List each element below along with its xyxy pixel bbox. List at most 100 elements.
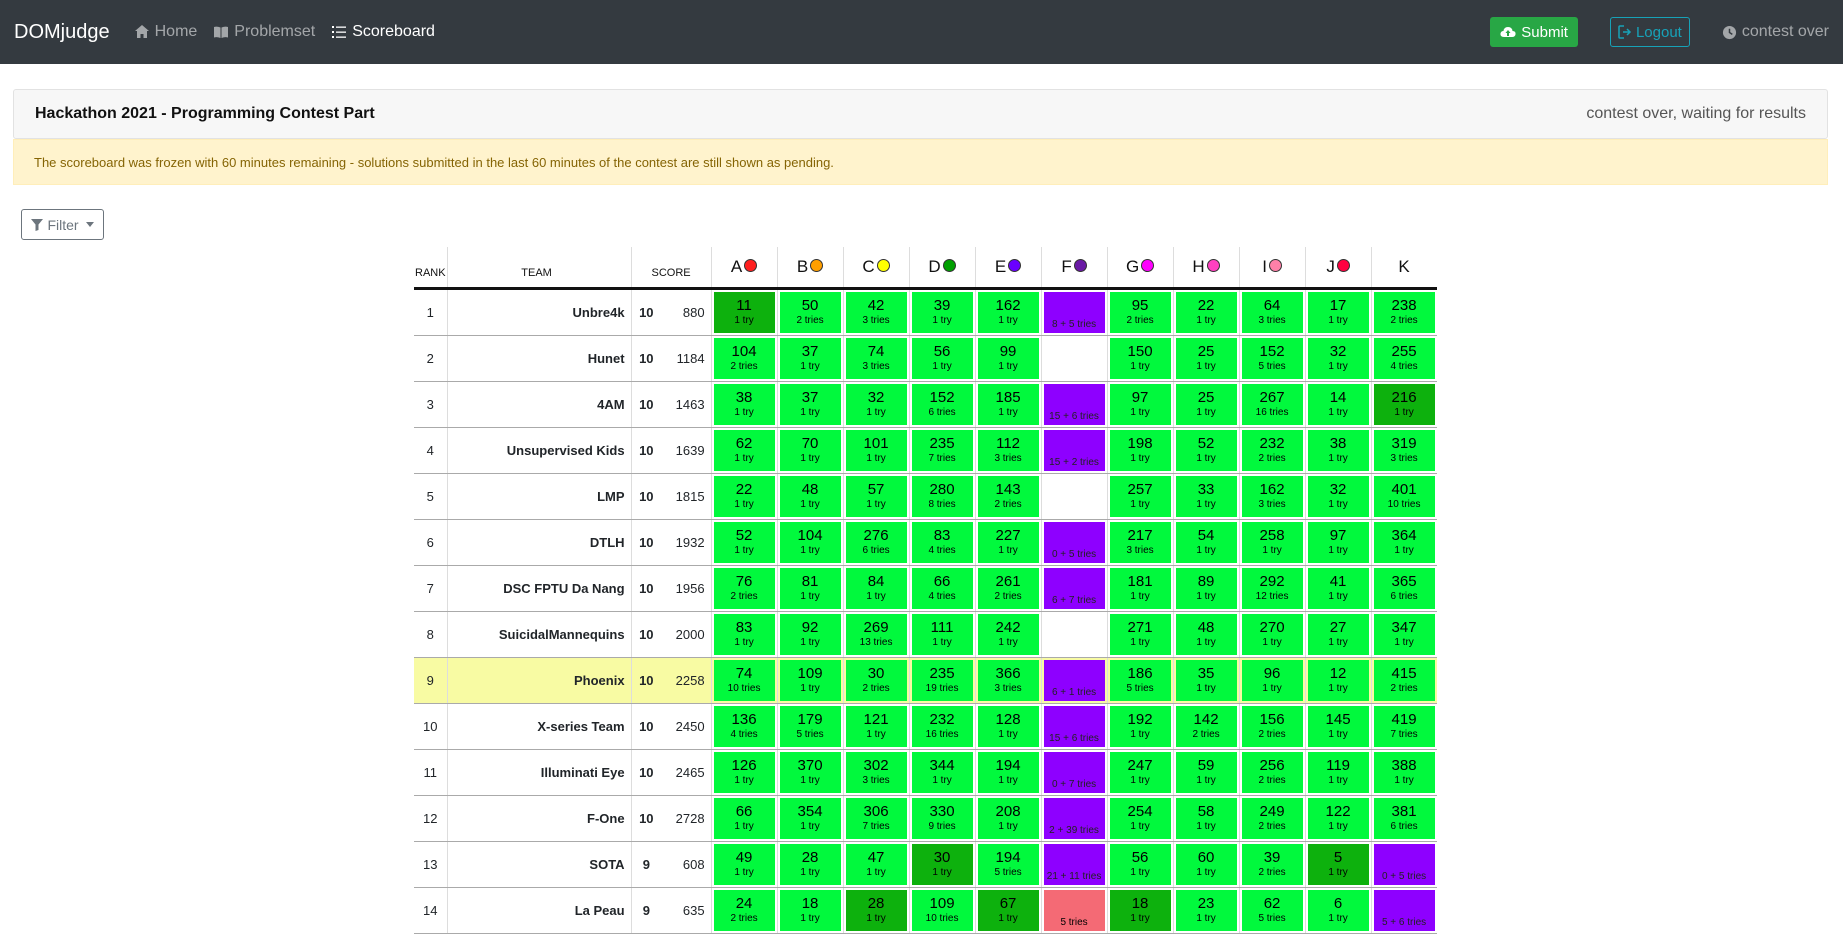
problem-result-cell[interactable]: 388 1 try (1370, 749, 1437, 796)
problem-result-cell[interactable]: 419 7 tries (1370, 703, 1437, 750)
problem-result-cell[interactable]: 235 19 tries (908, 657, 976, 704)
problem-result-cell[interactable]: 58 1 try (1172, 795, 1240, 842)
problem-result-cell[interactable] (1040, 335, 1108, 382)
problem-result-cell[interactable]: 258 1 try (1238, 519, 1306, 566)
problem-result-cell[interactable]: 194 5 tries (974, 841, 1042, 888)
problem-result-cell[interactable]: 271 1 try (1106, 611, 1174, 658)
problem-result-cell[interactable]: 32 1 try (842, 381, 910, 428)
problem-result-cell[interactable]: 122 1 try (1304, 795, 1372, 842)
problem-result-cell[interactable]: 97 1 try (1304, 519, 1372, 566)
problem-result-cell[interactable]: 39 1 try (908, 288, 976, 336)
problem-result-cell[interactable]: 227 1 try (974, 519, 1042, 566)
problem-result-cell[interactable]: 0 + 5 tries (1040, 519, 1108, 566)
nav-problemset[interactable]: Problemset (213, 23, 315, 41)
problem-result-cell[interactable]: 185 1 try (974, 381, 1042, 428)
problem-result-cell[interactable]: 145 1 try (1304, 703, 1372, 750)
team-row[interactable]: 1 Unbre4k 10 880 11 1 try 50 2 tries 42 3 tries 39… (414, 288, 1437, 336)
problem-result-cell[interactable]: 186 5 tries (1106, 657, 1174, 704)
team-row[interactable]: 8 SuicidalMannequins 10 2000 83 1 try 92 1 try 2… (414, 611, 1437, 658)
problem-result-cell[interactable]: 48 1 try (776, 473, 844, 520)
problem-result-cell[interactable]: 261 2 tries (974, 565, 1042, 612)
problem-result-cell[interactable]: 2 + 39 tries (1040, 795, 1108, 842)
team-row[interactable]: 14 La Peau 9 635 24 2 tries 18 1 try 28 1 try 109 1… (414, 887, 1437, 934)
problem-result-cell[interactable]: 14 1 try (1304, 381, 1372, 428)
problem-result-cell[interactable]: 28 1 try (842, 887, 910, 934)
problem-result-cell[interactable]: 0 + 5 tries (1370, 841, 1437, 888)
problem-result-cell[interactable]: 24 2 tries (710, 887, 778, 934)
problem-result-cell[interactable]: 83 4 tries (908, 519, 976, 566)
problem-result-cell[interactable]: 319 3 tries (1370, 427, 1437, 474)
problem-result-cell[interactable]: 365 6 tries (1370, 565, 1437, 612)
problem-result-cell[interactable]: 39 2 tries (1238, 841, 1306, 888)
problem-result-cell[interactable]: 74 3 tries (842, 335, 910, 382)
problem-result-cell[interactable]: 50 2 tries (776, 288, 844, 336)
problem-result-cell[interactable]: 33 1 try (1172, 473, 1240, 520)
problem-result-cell[interactable]: 354 1 try (776, 795, 844, 842)
problem-result-cell[interactable]: 61 try (1304, 887, 1372, 934)
problem-result-cell[interactable]: 162 1 try (974, 288, 1042, 336)
problem-result-cell[interactable]: 54 1 try (1172, 519, 1240, 566)
problem-header-k[interactable]: K (1370, 247, 1437, 288)
problem-header-a[interactable]: A (710, 247, 778, 288)
problem-result-cell[interactable]: 126 1 try (710, 749, 778, 796)
problem-result-cell[interactable]: 111 1 try (908, 611, 976, 658)
problem-result-cell[interactable]: 59 1 try (1172, 749, 1240, 796)
problem-result-cell[interactable]: 22 1 try (710, 473, 778, 520)
team-row[interactable]: 3 4AM 10 1463 38 1 try 37 1 try 32 1 try 152 6 trie… (414, 381, 1437, 428)
problem-result-cell[interactable]: 292 12 tries (1238, 565, 1306, 612)
problem-result-cell[interactable]: 41 1 try (1304, 565, 1372, 612)
problem-result-cell[interactable]: 143 2 tries (974, 473, 1042, 520)
problem-result-cell[interactable]: 28 1 try (776, 841, 844, 888)
problem-header-c[interactable]: C (842, 247, 910, 288)
problem-result-cell[interactable]: 8 + 5 tries (1040, 288, 1108, 336)
problem-result-cell[interactable]: 112 3 tries (974, 427, 1042, 474)
problem-result-cell[interactable]: 128 1 try (974, 703, 1042, 750)
problem-result-cell[interactable]: 81 1 try (776, 565, 844, 612)
problem-result-cell[interactable]: 232 2 tries (1238, 427, 1306, 474)
problem-result-cell[interactable]: 30 1 try (908, 841, 976, 888)
logout-button[interactable]: Logout (1609, 17, 1690, 47)
problem-result-cell[interactable]: 401 10 tries (1370, 473, 1437, 520)
problem-result-cell[interactable]: 84 1 try (842, 565, 910, 612)
problem-result-cell[interactable]: 95 2 tries (1106, 288, 1174, 336)
problem-result-cell[interactable]: 364 1 try (1370, 519, 1437, 566)
team-row[interactable]: 13 SOTA 9 608 49 1 try 28 1 try 47 1 try 30 1 try 19… (414, 841, 1437, 888)
problem-result-cell[interactable]: 48 1 try (1172, 611, 1240, 658)
problem-result-cell[interactable]: 15 + 6 tries (1040, 703, 1108, 750)
problem-result-cell[interactable]: 256 2 tries (1238, 749, 1306, 796)
team-row[interactable]: 4 Unsupervised Kids 10 1639 62 1 try 70 1 try 10… (414, 427, 1437, 474)
problem-result-cell[interactable]: 238 2 tries (1370, 288, 1437, 336)
team-row[interactable]: 10 X-series Team 10 2450 136 4 tries 179 5 trie… (414, 703, 1437, 750)
problem-result-cell[interactable]: 302 3 tries (842, 749, 910, 796)
problem-header-e[interactable]: E (974, 247, 1042, 288)
problem-result-cell[interactable]: 181 1 try (1106, 565, 1174, 612)
problem-result-cell[interactable]: 49 1 try (710, 841, 778, 888)
problem-result-cell[interactable]: 56 1 try (1106, 841, 1174, 888)
problem-result-cell[interactable]: 37 1 try (776, 381, 844, 428)
problem-result-cell[interactable]: 37 1 try (776, 335, 844, 382)
problem-result-cell[interactable]: 347 1 try (1370, 611, 1437, 658)
problem-result-cell[interactable]: 194 1 try (974, 749, 1042, 796)
problem-result-cell[interactable]: 104 2 tries (710, 335, 778, 382)
team-row[interactable]: 2 Hunet 10 1184 104 2 tries 37 1 try 74 3 tries 56… (414, 335, 1437, 382)
problem-result-cell[interactable]: 22 1 try (1172, 288, 1240, 336)
team-row[interactable]: 11 Illuminati Eye 10 2465 126 1 try 370 1 try 30… (414, 749, 1437, 796)
problem-result-cell[interactable]: 101 1 try (842, 427, 910, 474)
problem-result-cell[interactable]: 280 8 tries (908, 473, 976, 520)
problem-result-cell[interactable]: 38 1 try (710, 381, 778, 428)
problem-result-cell[interactable]: 52 1 try (710, 519, 778, 566)
problem-result-cell[interactable]: 21 + 11 tries (1040, 841, 1108, 888)
problem-result-cell[interactable]: 179 5 tries (776, 703, 844, 750)
team-row[interactable]: 5 LMP 10 1815 22 1 try 48 1 try 57 1 try 280 8 trie… (414, 473, 1437, 520)
problem-result-cell[interactable]: 32 1 try (1304, 335, 1372, 382)
problem-result-cell[interactable]: 370 1 try (776, 749, 844, 796)
problem-result-cell[interactable]: 38 1 try (1304, 427, 1372, 474)
problem-result-cell[interactable]: 232 16 tries (908, 703, 976, 750)
problem-result-cell[interactable]: 0 + 7 tries (1040, 749, 1108, 796)
problem-header-b[interactable]: B (776, 247, 844, 288)
problem-result-cell[interactable]: 51 try (1304, 841, 1372, 888)
problem-result-cell[interactable]: 15 + 2 tries (1040, 427, 1108, 474)
problem-result-cell[interactable]: 18 1 try (1106, 887, 1174, 934)
problem-result-cell[interactable]: 242 1 try (974, 611, 1042, 658)
team-row[interactable]: 6 DTLH 10 1932 52 1 try 104 1 try 276 6 tries 83 4 … (414, 519, 1437, 566)
